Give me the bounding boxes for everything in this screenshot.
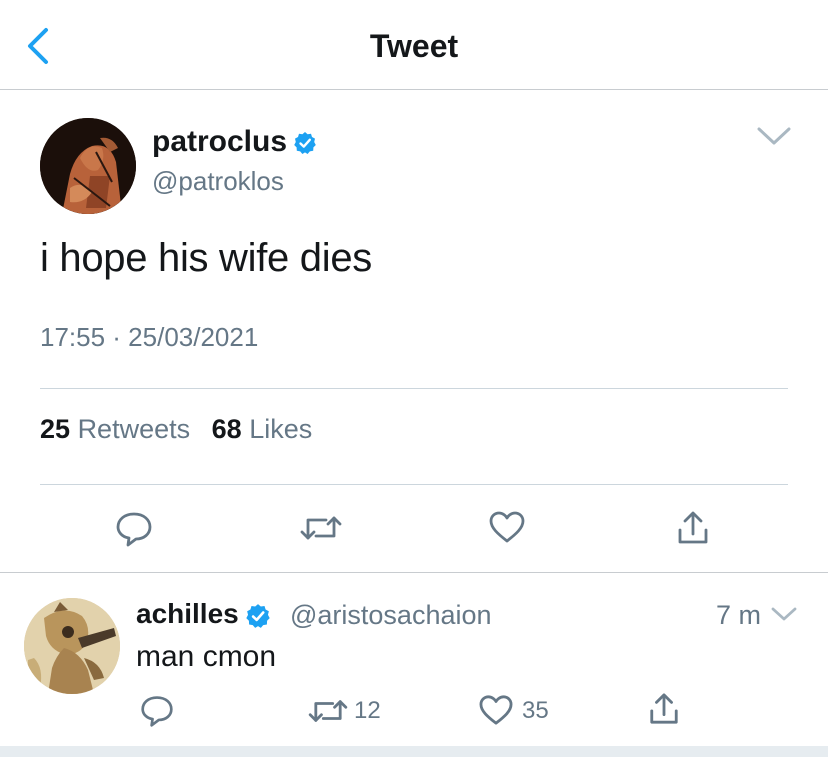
tweet-text: i hope his wife dies bbox=[40, 236, 372, 280]
avatar[interactable] bbox=[40, 118, 136, 214]
reply-display-name: achilles bbox=[136, 598, 239, 629]
likes-stat[interactable]: 68 Likes bbox=[212, 414, 313, 445]
verified-badge-icon bbox=[246, 603, 270, 628]
reply-text: man cmon bbox=[136, 640, 277, 673]
tweet-timestamp: 17:55 · 25/03/2021 bbox=[40, 322, 259, 352]
reply-retweet-count: 12 bbox=[354, 697, 381, 724]
retweet-icon[interactable] bbox=[300, 512, 342, 544]
reply-icon[interactable] bbox=[114, 510, 154, 548]
author-handle[interactable]: @patroklos bbox=[152, 166, 284, 197]
like-icon[interactable] bbox=[488, 510, 526, 544]
reply-time: 7 m bbox=[716, 600, 762, 630]
avatar-image bbox=[24, 598, 120, 694]
share-icon[interactable] bbox=[648, 692, 680, 726]
reply-icon[interactable] bbox=[138, 694, 176, 728]
likes-label: Likes bbox=[249, 414, 313, 444]
top-bar: Tweet bbox=[0, 0, 828, 90]
share-icon[interactable] bbox=[676, 510, 710, 546]
likes-count: 68 bbox=[211, 414, 242, 444]
retweets-count: 25 bbox=[40, 414, 71, 444]
reply-author-name[interactable]: achilles bbox=[136, 598, 271, 630]
divider bbox=[40, 484, 788, 485]
reply-like-count: 35 bbox=[522, 697, 549, 724]
verified-badge-icon bbox=[294, 132, 316, 155]
author-display-name: patroclus bbox=[152, 125, 288, 158]
avatar-image bbox=[40, 118, 136, 214]
tweet-stats: 25 Retweets 68 Likes bbox=[40, 414, 326, 445]
divider bbox=[40, 388, 788, 389]
reply-author-handle[interactable]: @aristosachaion bbox=[290, 600, 492, 631]
bottom-separator bbox=[0, 746, 828, 757]
reply-avatar[interactable] bbox=[24, 598, 120, 694]
retweets-label: Retweets bbox=[77, 414, 191, 444]
author-name[interactable]: patroclus bbox=[152, 125, 317, 159]
retweets-stat[interactable]: 25 Retweets bbox=[40, 414, 190, 445]
divider bbox=[0, 572, 828, 573]
chevron-down-icon[interactable] bbox=[756, 126, 792, 146]
retweet-icon[interactable] bbox=[308, 696, 348, 726]
chevron-down-icon[interactable] bbox=[770, 606, 798, 622]
page-title: Tweet bbox=[369, 28, 459, 64]
like-icon[interactable] bbox=[478, 694, 514, 726]
